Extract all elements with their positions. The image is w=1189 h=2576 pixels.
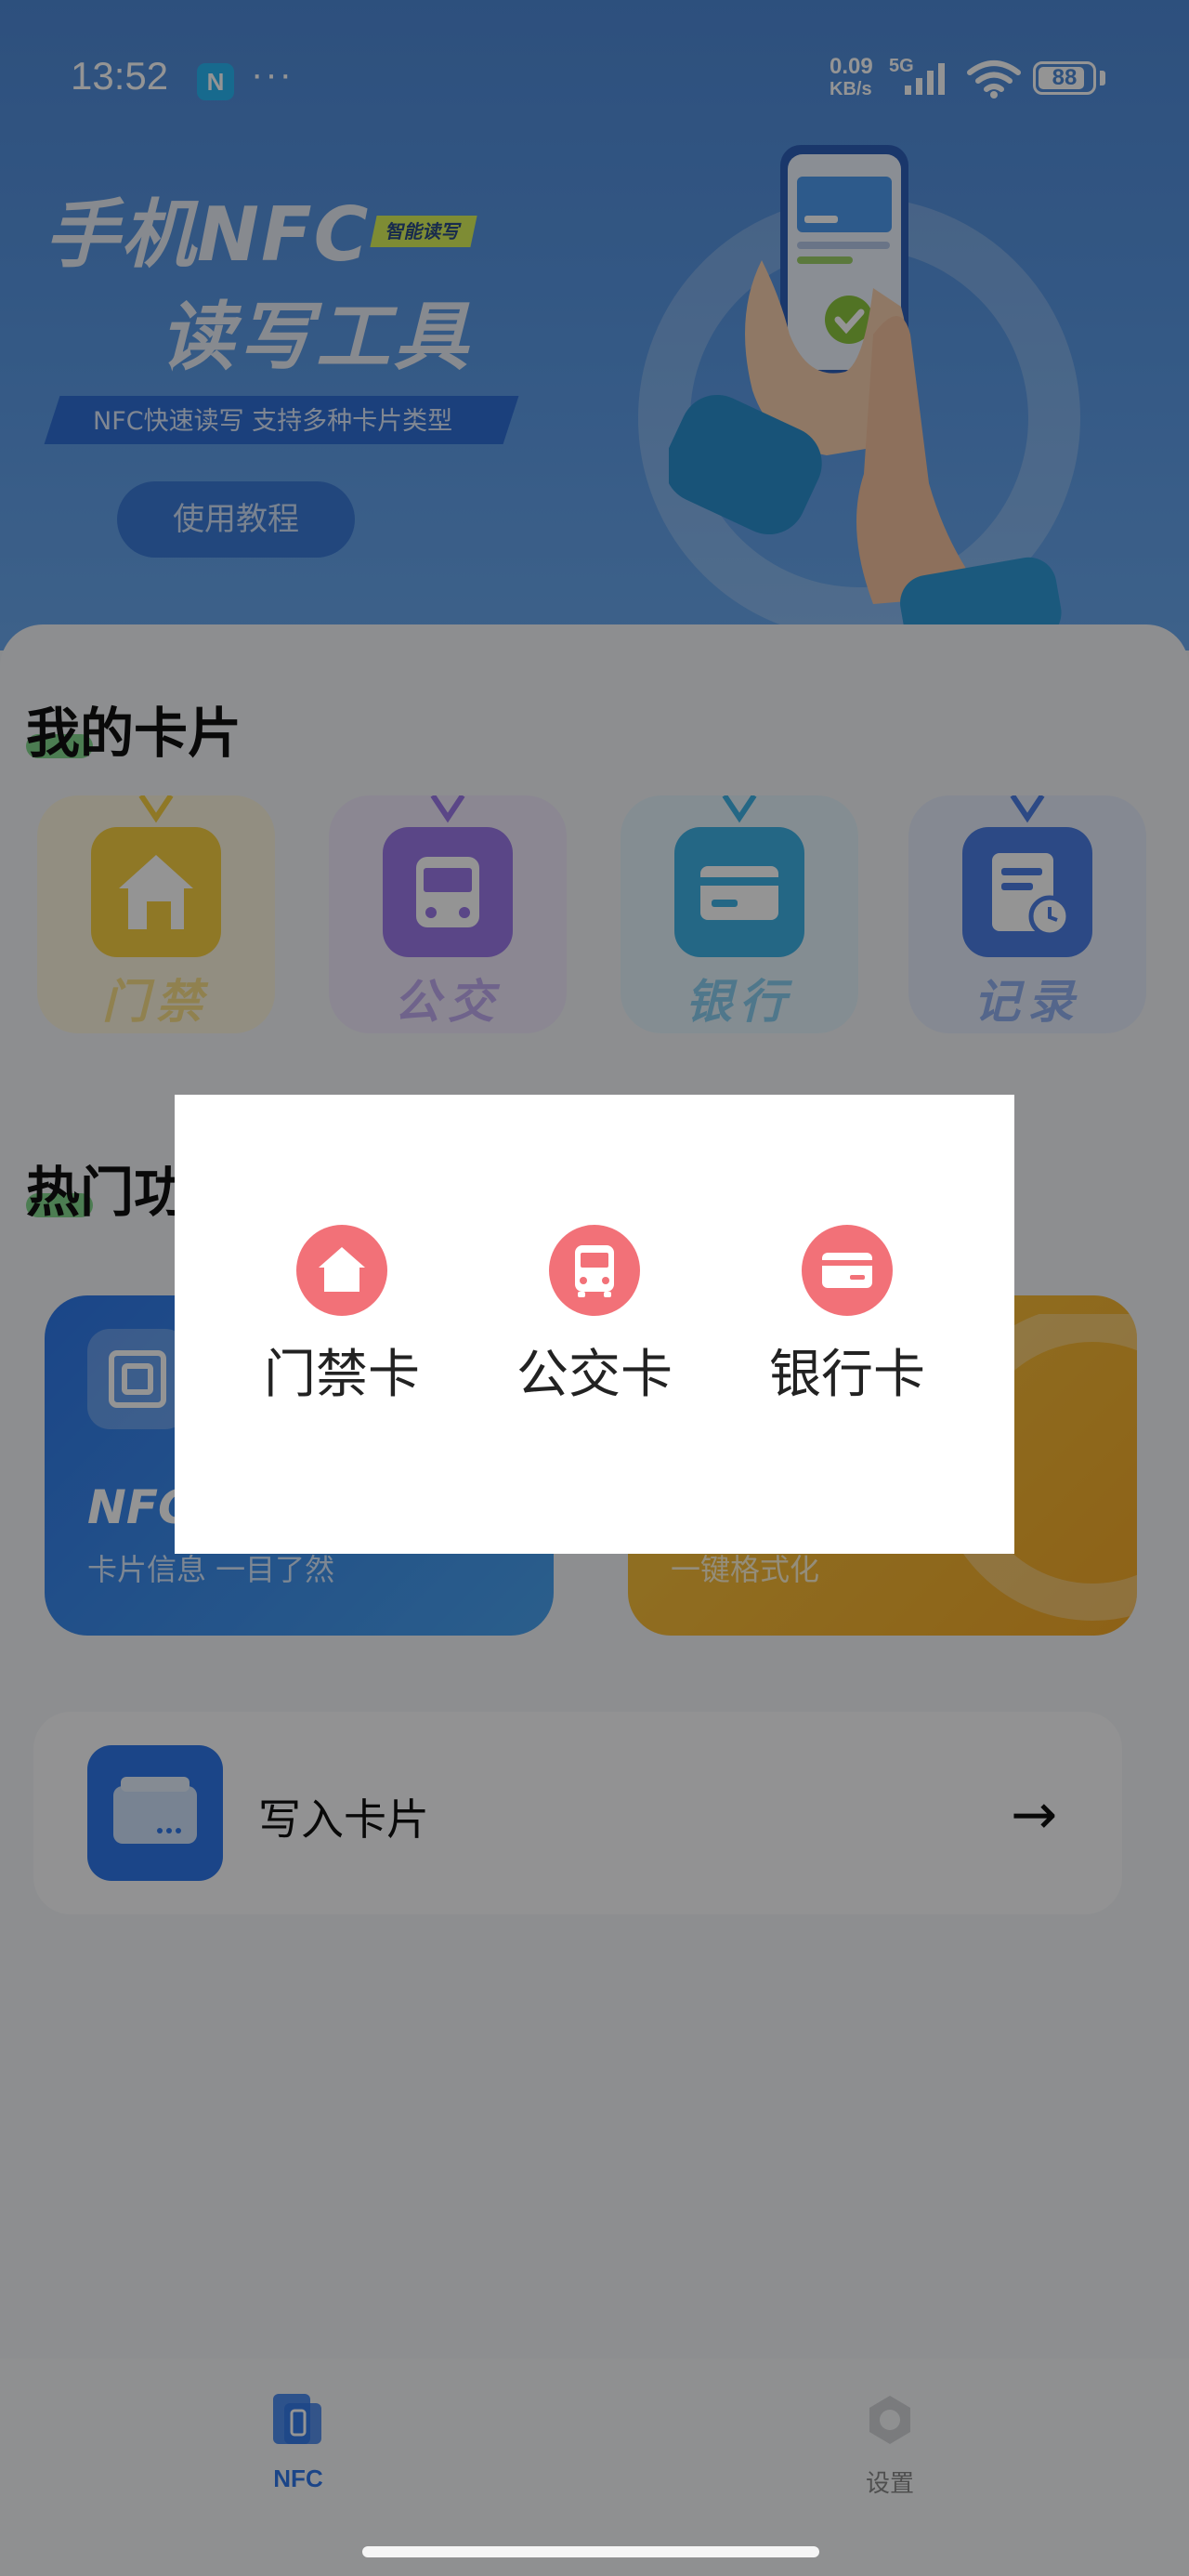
option-label: 公交卡 [516, 1345, 673, 1405]
option-label: 门禁卡 [264, 1345, 420, 1405]
home-icon [296, 1225, 387, 1316]
option-bus-card[interactable]: 公交卡 [502, 1225, 687, 1408]
home-indicator[interactable] [362, 2546, 819, 2557]
bus-icon [549, 1225, 640, 1316]
option-label: 银行卡 [769, 1345, 925, 1405]
option-bank-card[interactable]: 银行卡 [754, 1225, 940, 1408]
bank-card-icon [802, 1225, 893, 1316]
card-type-dialog: 门禁卡 公交卡 银行卡 [175, 1095, 1014, 1554]
option-access-card[interactable]: 门禁卡 [249, 1225, 435, 1408]
